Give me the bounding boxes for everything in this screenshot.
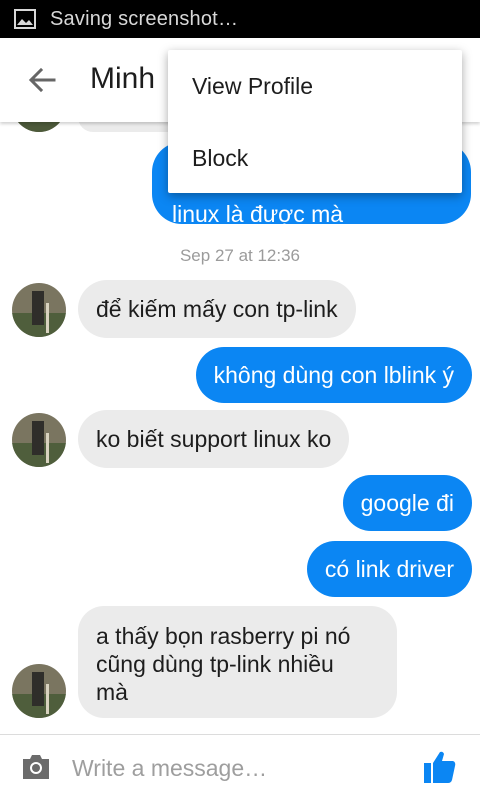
message-bubble-outgoing[interactable]: có link driver (306, 541, 472, 597)
message-timestamp: Sep 27 at 12:36 (179, 246, 301, 265)
contact-name[interactable]: Minh (90, 62, 155, 96)
message-bubble-outgoing[interactable]: google đi (342, 475, 472, 531)
like-button[interactable] (422, 749, 458, 785)
menu-item-block[interactable]: Block (168, 122, 462, 194)
message-text: linux là được mà (172, 201, 344, 227)
arrow-left-icon (28, 67, 56, 93)
message-text-line: cũng dùng tp-link nhiều (96, 651, 334, 677)
camera-icon (23, 755, 49, 779)
camera-button[interactable] (20, 753, 52, 781)
message-input[interactable] (72, 749, 402, 787)
message-bubble-incoming[interactable]: a thấy bọn rasberry pi nó cũng dùng tp-l… (78, 606, 397, 718)
message-text: có link driver (324, 556, 454, 582)
back-button[interactable] (24, 62, 60, 98)
overflow-menu: View Profile Block (168, 50, 462, 193)
composer (0, 734, 480, 800)
message-list[interactable]: linux là được mà Sep 27 at 12:36 để kiếm… (0, 122, 480, 734)
message-text-line: a thấy bọn rasberry pi nó (96, 623, 351, 649)
thumbs-up-icon (424, 751, 456, 783)
message-bubble-incoming[interactable]: ko biết support linux ko (78, 410, 350, 468)
menu-item-view-profile[interactable]: View Profile (168, 50, 462, 122)
status-bar: Saving screenshot… (0, 0, 480, 38)
message-text: để kiếm mấy con tp-link (96, 296, 338, 322)
message-text: không dùng con lblink ý (213, 362, 454, 388)
message-text: google đi (360, 490, 454, 516)
avatar[interactable] (12, 413, 66, 467)
image-icon (14, 9, 36, 29)
message-bubble-outgoing[interactable]: không dùng con lblink ý (195, 347, 472, 403)
status-text: Saving screenshot… (50, 7, 239, 30)
avatar[interactable] (12, 122, 66, 132)
message-text: ko biết support linux ko (96, 426, 332, 452)
avatar[interactable] (12, 664, 66, 718)
avatar[interactable] (12, 283, 66, 337)
message-text-line: mà (96, 679, 128, 705)
message-bubble-incoming[interactable]: để kiếm mấy con tp-link (78, 280, 356, 338)
